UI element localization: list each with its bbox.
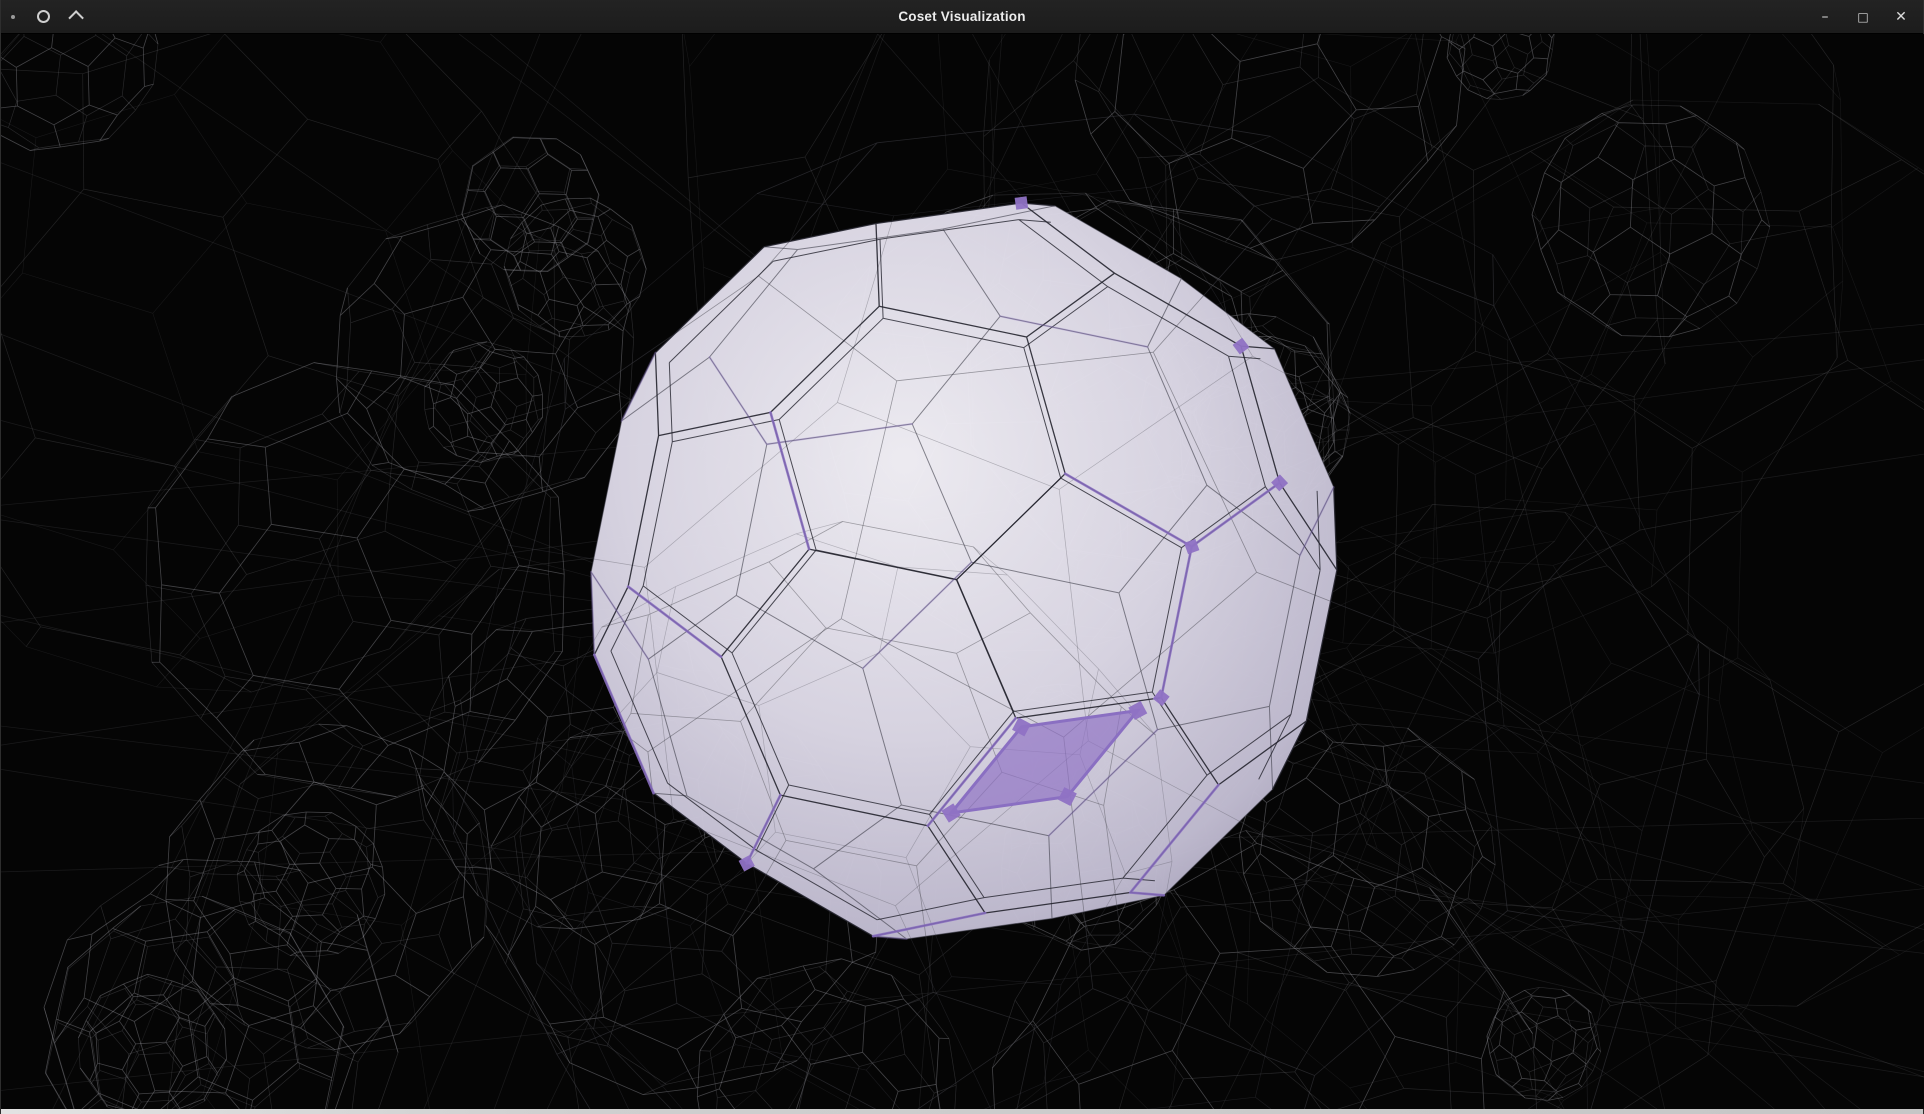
app-dot-icon: [11, 15, 15, 19]
maximize-icon[interactable]: □: [1853, 11, 1873, 23]
window-resize-edge[interactable]: [1, 1109, 1923, 1114]
minimize-icon[interactable]: –: [1815, 10, 1835, 24]
visualization-canvas[interactable]: [1, 34, 1924, 1109]
canvas-area: [1, 34, 1923, 1109]
window-title: Coset Visualization: [1, 0, 1923, 33]
close-icon[interactable]: ✕: [1891, 10, 1911, 24]
chevron-up-icon[interactable]: [68, 10, 84, 26]
window-controls: – □ ✕: [1815, 0, 1911, 33]
sphere-silhouette: [591, 203, 1337, 939]
record-circle-icon[interactable]: [37, 10, 50, 23]
titlebar[interactable]: Coset Visualization – □ ✕: [1, 0, 1923, 34]
app-window: Coset Visualization – □ ✕: [0, 0, 1924, 1114]
titlebar-left-icons: [11, 0, 83, 33]
